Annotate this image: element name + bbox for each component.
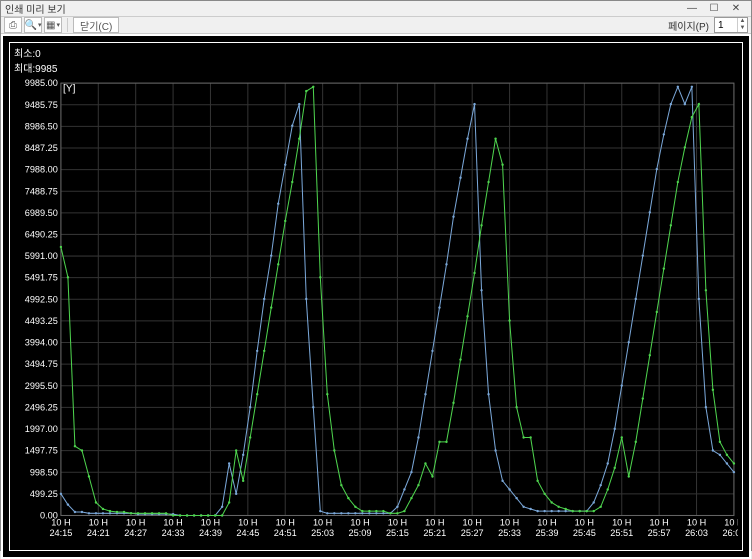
svg-text:9985.00: 9985.00 <box>25 78 58 88</box>
svg-text:[Y]: [Y] <box>63 83 76 94</box>
titlebar: 인쇄 미리 보기 — ☐ ✕ <box>1 1 751 17</box>
maximize-button[interactable]: ☐ <box>703 2 725 16</box>
svg-text:26:03: 26:03 <box>685 528 708 538</box>
print-preview-window: 인쇄 미리 보기 — ☐ ✕ ⎙ 🔍▾ ▦▾ 닫기(C) 페이지(P) 1 ▲ … <box>0 0 752 551</box>
svg-text:499.25: 499.25 <box>30 489 58 499</box>
page-label: 페이지(P) <box>668 18 709 33</box>
svg-text:3994.00: 3994.00 <box>25 338 58 348</box>
svg-text:6490.25: 6490.25 <box>25 230 58 240</box>
svg-text:2995.50: 2995.50 <box>25 381 58 391</box>
svg-text:25:15: 25:15 <box>386 528 409 538</box>
svg-text:10 H: 10 H <box>724 518 738 528</box>
svg-text:10 H: 10 H <box>89 518 108 528</box>
page-value: 1 <box>718 20 724 31</box>
svg-text:10 H: 10 H <box>276 518 295 528</box>
svg-text:10 H: 10 H <box>238 518 257 528</box>
svg-text:25:57: 25:57 <box>648 528 671 538</box>
svg-text:26:09: 26:09 <box>722 528 738 538</box>
svg-text:24:27: 24:27 <box>124 528 147 538</box>
svg-text:998.50: 998.50 <box>30 467 58 477</box>
svg-text:10 H: 10 H <box>687 518 706 528</box>
svg-text:8487.25: 8487.25 <box>25 143 58 153</box>
svg-text:10 H: 10 H <box>425 518 444 528</box>
spin-up-button[interactable]: ▲ <box>737 18 747 25</box>
zoom-button[interactable]: 🔍▾ <box>24 17 42 33</box>
toolbar-separator <box>67 18 68 32</box>
svg-text:5491.75: 5491.75 <box>25 273 58 283</box>
window-close-button[interactable]: ✕ <box>725 2 747 16</box>
svg-text:5991.00: 5991.00 <box>25 251 58 261</box>
svg-text:10 H: 10 H <box>201 518 220 528</box>
chart-min-label: 최소:0 <box>14 45 738 60</box>
chevron-down-icon: ▾ <box>38 21 42 29</box>
svg-text:25:33: 25:33 <box>498 528 521 538</box>
svg-text:25:51: 25:51 <box>610 528 633 538</box>
page-spinner[interactable]: 1 ▲ ▼ <box>714 17 748 33</box>
close-button[interactable]: 닫기(C) <box>73 17 119 33</box>
zoom-icon: 🔍 <box>25 20 37 31</box>
svg-text:10 H: 10 H <box>313 518 332 528</box>
svg-text:25:09: 25:09 <box>349 528 372 538</box>
toolbar: ⎙ 🔍▾ ▦▾ 닫기(C) 페이지(P) 1 ▲ ▼ <box>1 17 751 34</box>
print-icon: ⎙ <box>9 20 17 31</box>
svg-text:24:45: 24:45 <box>236 528 259 538</box>
chart-max-label: 최대:9985 <box>14 60 738 75</box>
svg-text:9485.75: 9485.75 <box>25 100 58 110</box>
svg-text:10 H: 10 H <box>649 518 668 528</box>
svg-text:24:33: 24:33 <box>162 528 185 538</box>
window-title: 인쇄 미리 보기 <box>5 1 66 16</box>
svg-text:10 H: 10 H <box>163 518 182 528</box>
layout-icon: ▦ <box>46 20 55 31</box>
svg-text:25:39: 25:39 <box>536 528 559 538</box>
svg-text:10 H: 10 H <box>126 518 145 528</box>
svg-text:25:45: 25:45 <box>573 528 596 538</box>
svg-text:10 H: 10 H <box>575 518 594 528</box>
layout-button[interactable]: ▦▾ <box>44 17 62 33</box>
spin-down-button[interactable]: ▼ <box>737 25 747 32</box>
svg-text:2496.25: 2496.25 <box>25 402 58 412</box>
chart-header: 최소:0 최대:9985 <box>10 43 742 77</box>
chart-canvas: [Y]0.00499.25998.501497.751997.002496.25… <box>14 77 738 546</box>
svg-text:6989.50: 6989.50 <box>25 208 58 218</box>
chevron-down-icon: ▾ <box>56 21 60 29</box>
svg-text:3494.75: 3494.75 <box>25 359 58 369</box>
svg-text:1997.00: 1997.00 <box>25 424 58 434</box>
svg-text:10 H: 10 H <box>500 518 519 528</box>
print-button[interactable]: ⎙ <box>4 17 22 33</box>
svg-text:24:51: 24:51 <box>274 528 297 538</box>
svg-text:25:21: 25:21 <box>423 528 446 538</box>
svg-text:10 H: 10 H <box>612 518 631 528</box>
svg-text:7988.00: 7988.00 <box>25 165 58 175</box>
svg-text:24:21: 24:21 <box>87 528 110 538</box>
svg-text:10 H: 10 H <box>537 518 556 528</box>
svg-text:10 H: 10 H <box>350 518 369 528</box>
minimize-button[interactable]: — <box>681 2 703 16</box>
svg-text:25:03: 25:03 <box>311 528 334 538</box>
svg-text:10 H: 10 H <box>388 518 407 528</box>
chart-inner: 최소:0 최대:9985 [Y]0.00499.25998.501497.751… <box>9 42 743 551</box>
svg-text:24:39: 24:39 <box>199 528 222 538</box>
svg-text:4493.25: 4493.25 <box>25 316 58 326</box>
svg-text:25:27: 25:27 <box>461 528 484 538</box>
svg-text:7488.75: 7488.75 <box>25 186 58 196</box>
chart-outer: 최소:0 최대:9985 [Y]0.00499.25998.501497.751… <box>3 36 749 557</box>
svg-text:8986.50: 8986.50 <box>25 121 58 131</box>
chart-page: 최소:0 최대:9985 [Y]0.00499.25998.501497.751… <box>1 34 751 559</box>
svg-text:10 H: 10 H <box>51 518 70 528</box>
svg-text:4992.50: 4992.50 <box>25 294 58 304</box>
chart-svg: [Y]0.00499.25998.501497.751997.002496.25… <box>14 77 738 546</box>
svg-text:1497.75: 1497.75 <box>25 446 58 456</box>
svg-text:10 H: 10 H <box>463 518 482 528</box>
svg-text:24:15: 24:15 <box>49 528 72 538</box>
